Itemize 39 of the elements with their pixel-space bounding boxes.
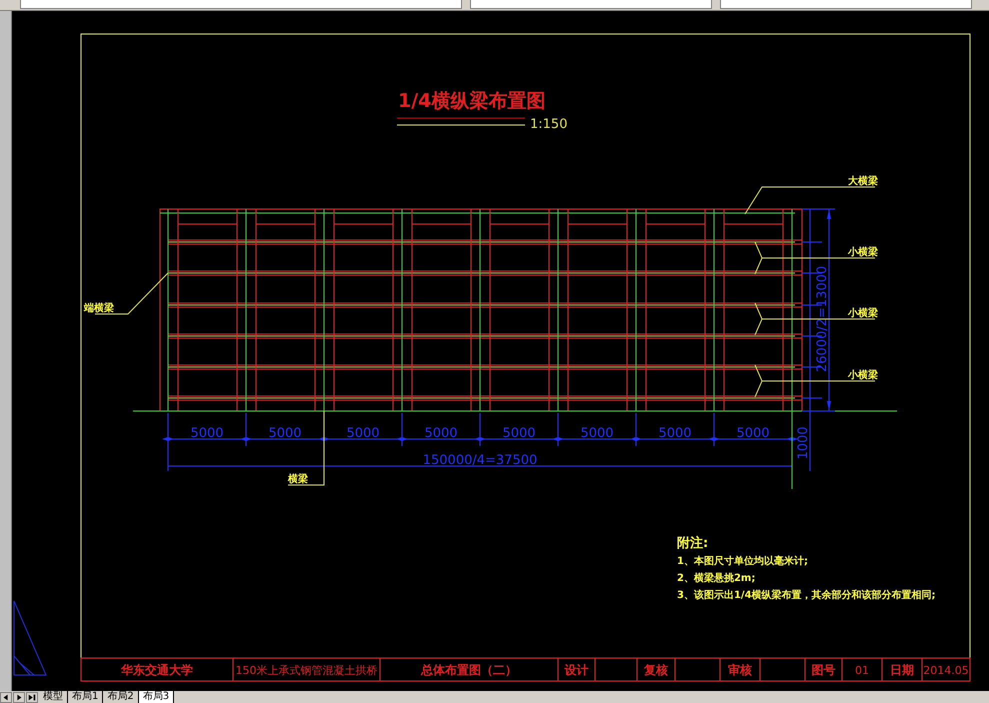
scale-label: 1:150 [530,117,568,132]
title-block-text: 审核 [728,663,752,677]
title-block-text: 设计 [564,663,588,677]
title-block-text: 150米上承式钢管混凝土拱桥 [236,664,378,677]
title-block-text: 01 [855,664,869,677]
beam-label: 端横梁 [84,303,114,314]
total-dimension: 150000/4=37500 [422,453,538,468]
ucs-axis-icon [14,600,46,676]
beam-label: 小横梁 [848,247,878,258]
title-block-text: 华东交通大学 [121,663,193,677]
note-line: 3、该图示出1/4横纵梁布置，其余部分和该部分布置相同; [677,590,936,601]
layout-tab[interactable]: 布局3 [138,691,174,703]
overhang-dimension: 1000 [796,426,811,460]
note-line: 1、本图尺寸单位均以毫米计; [677,556,808,567]
title-block-text: 总体布置图（二） [421,663,517,677]
span-dimension: 5000 [190,426,224,441]
color-dropdown[interactable] [470,0,712,9]
beam-label: 横梁 [288,474,308,485]
notes-heading: 附注: [677,536,708,551]
span-dimension: 5000 [346,426,380,441]
span-dimension: 5000 [658,426,692,441]
linetype-dropdown[interactable] [720,0,972,9]
title-block-text: 复核 [644,663,668,677]
span-dimension: 5000 [502,426,536,441]
layer-dropdown[interactable] [20,0,462,9]
beam-label: 大横梁 [848,176,878,187]
title-block-text: 日期 [890,663,914,677]
drawing-title: 1/4横纵梁布置图 [398,90,546,112]
height-dimension: 26000/2=13000 [815,266,830,372]
note-line: 2、横梁悬挑2m; [677,573,756,584]
last-arrow-icon[interactable] [26,692,38,702]
beam-label: 小横梁 [848,370,878,381]
span-dimension: 5000 [268,426,302,441]
beam-label: 小横梁 [848,308,878,319]
span-dimension: 5000 [580,426,614,441]
title-block-text: 图号 [812,663,836,677]
title-block-text: 2014.05 [923,664,969,677]
span-dimension: 5000 [736,426,770,441]
span-dimension: 5000 [424,426,458,441]
